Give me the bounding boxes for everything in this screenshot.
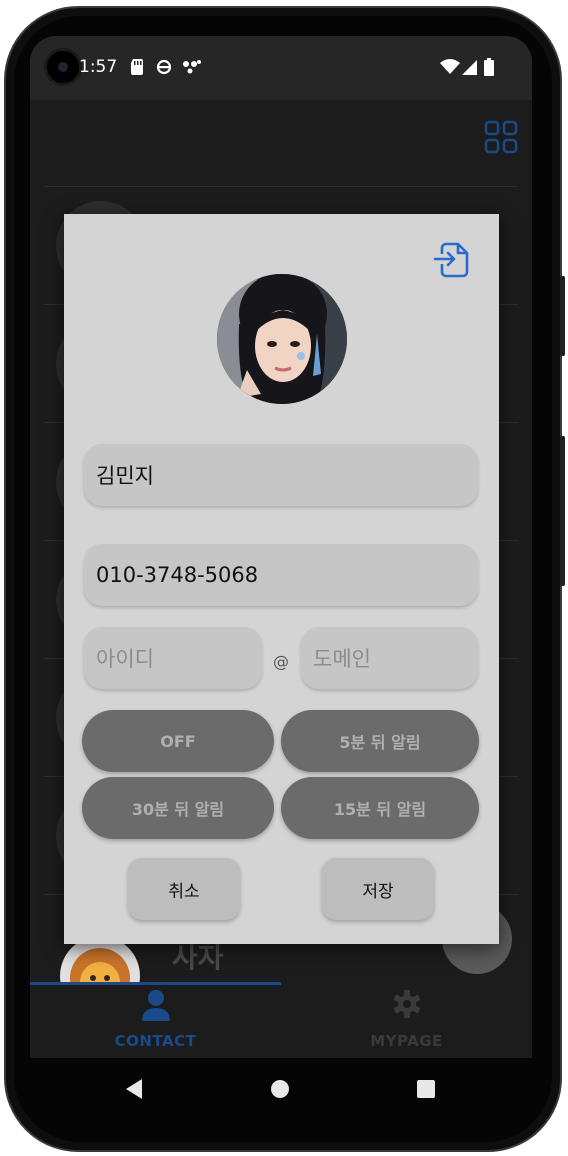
nav-item-mypage[interactable]: MYPAGE (281, 982, 532, 1058)
status-bar: 1:57 (30, 36, 532, 100)
bottom-nav: CONTACT MYPAGE (30, 982, 532, 1058)
app-bar (30, 100, 532, 186)
email-id-field[interactable]: 아이디 (84, 627, 262, 689)
power-button (560, 276, 565, 356)
gear-icon (393, 990, 421, 1018)
save-button[interactable]: 저장 (322, 858, 434, 920)
email-domain-field[interactable]: 도메인 (301, 627, 478, 689)
home-icon[interactable] (270, 1079, 290, 1099)
system-nav-bar (30, 1058, 532, 1120)
phone-field[interactable]: 010-3748-5068 (84, 544, 478, 606)
alarm-30min-button[interactable]: 30분 뒤 알림 (82, 777, 274, 839)
edit-contact-dialog: 김민지 010-3748-5068 아이디 @ 도메인 OFF 5분 뒤 알림 … (64, 214, 499, 944)
sd-card-icon (130, 58, 144, 76)
name-field[interactable]: 김민지 (84, 444, 478, 506)
dots-icon (182, 58, 202, 76)
sync-icon (156, 58, 172, 76)
back-icon[interactable] (124, 1078, 144, 1100)
alarm-15min-button[interactable]: 15분 뒤 알림 (281, 777, 479, 839)
nav-label-contact: CONTACT (114, 1032, 197, 1050)
signal-icon (462, 58, 478, 76)
recents-icon[interactable] (416, 1079, 436, 1099)
cancel-button[interactable]: 취소 (128, 858, 240, 920)
import-file-icon[interactable] (432, 238, 474, 280)
wifi-icon (440, 58, 460, 76)
nav-item-contact[interactable]: CONTACT (30, 982, 281, 1058)
alarm-off-button[interactable]: OFF (82, 710, 274, 772)
profile-photo[interactable] (217, 274, 347, 404)
alarm-5min-button[interactable]: 5분 뒤 알림 (281, 710, 479, 772)
person-icon (142, 990, 170, 1021)
nav-label-mypage: MYPAGE (370, 1032, 443, 1050)
grid-icon[interactable] (484, 120, 518, 154)
volume-button (560, 436, 565, 586)
battery-icon (484, 58, 494, 76)
email-at-separator: @ (273, 652, 289, 671)
status-time: 1:57 (79, 57, 118, 77)
front-camera (44, 48, 82, 86)
